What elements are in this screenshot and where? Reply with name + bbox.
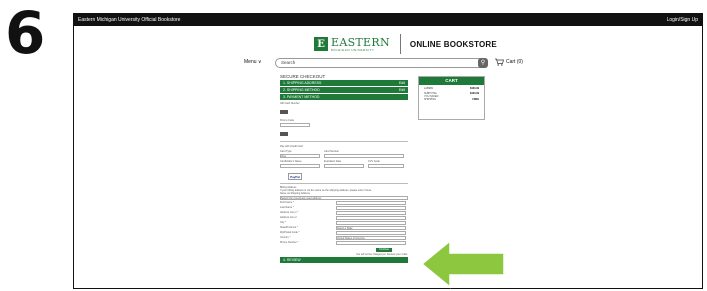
cart-icon bbox=[495, 58, 504, 66]
browser-screenshot: Eastern Michigan University Official Boo… bbox=[73, 13, 703, 289]
terms-note: You will not be charged yet. Review your… bbox=[355, 253, 408, 256]
billing-field-label: Phone Number * bbox=[280, 241, 299, 244]
promo-code-input[interactable] bbox=[280, 123, 310, 127]
expiration-label: Expiration Date bbox=[324, 159, 342, 163]
billing-field-label: Last Name * bbox=[280, 206, 294, 209]
card-type-select[interactable]: Visa bbox=[280, 153, 320, 158]
online-bookstore-title: ONLINE BOOKSTORE bbox=[409, 39, 497, 49]
billing-field-row: Address Line 1 * bbox=[280, 211, 408, 215]
paypal-option[interactable]: PayPal bbox=[288, 172, 302, 180]
billing-field-input[interactable]: Select a State bbox=[336, 226, 406, 230]
cart-row-value: FREE bbox=[472, 98, 479, 101]
search-icon: ⚲ bbox=[480, 60, 486, 66]
billing-field-label: Zip/Postal Code * bbox=[280, 231, 300, 234]
cart-row-value: $163.99 bbox=[469, 92, 479, 95]
cart-summary-title: CART bbox=[419, 77, 484, 85]
edit-link[interactable]: Edit bbox=[399, 88, 405, 92]
cart-row-label: SHIPPING bbox=[424, 98, 436, 101]
step-review: 4. REVIEW bbox=[280, 257, 408, 263]
same-as-shipping-checkbox[interactable]: Same as Shipping Address bbox=[280, 192, 408, 195]
billing-field-row: Phone Number * bbox=[280, 241, 408, 245]
cart-row-value: $163.99 bbox=[469, 87, 479, 90]
billing-field-input[interactable] bbox=[336, 201, 406, 205]
step-number: 6 bbox=[5, 0, 46, 67]
step-label: 4. REVIEW bbox=[283, 258, 301, 262]
cart-row: LAB999 $163.99 bbox=[419, 87, 484, 90]
billing-field-input[interactable] bbox=[336, 221, 406, 225]
apply-gift-card-button[interactable] bbox=[280, 110, 288, 114]
step-label: 2. SHIPPING METHOD bbox=[283, 88, 320, 92]
gift-card-label: Gift Card Number bbox=[280, 102, 300, 105]
billing-field-label: Country * bbox=[280, 236, 291, 239]
billing-field-row: Country * United States of America bbox=[280, 236, 408, 240]
billing-field-input[interactable] bbox=[336, 216, 406, 220]
store-name: Eastern Michigan University Official Boo… bbox=[78, 17, 181, 23]
cardholder-input[interactable] bbox=[280, 163, 320, 168]
promo-code-label: Promo Code bbox=[280, 119, 295, 122]
cart-summary: CART LAB999 $163.99 SUBTOTAL $163.99 YOU S… bbox=[418, 76, 485, 120]
address-select[interactable]: Select from previously used address bbox=[280, 196, 408, 200]
cart-row: SHIPPING FREE bbox=[419, 98, 484, 101]
nav-bar: Menu ∨ Search ⚲ Cart (0) bbox=[74, 58, 702, 70]
search-input[interactable]: Search bbox=[275, 58, 486, 68]
billing-fields: First Name * Last Name * Address Line 1 * A… bbox=[280, 201, 408, 245]
billing-field-row: Last Name * bbox=[280, 206, 408, 210]
billing-field-input[interactable] bbox=[336, 206, 406, 210]
logo-divider bbox=[399, 34, 401, 54]
continue-button[interactable]: Continue bbox=[376, 248, 392, 252]
billing-field-row: Zip/Postal Code * bbox=[280, 231, 408, 235]
divider bbox=[280, 141, 408, 142]
cart-link[interactable]: Cart (0) bbox=[495, 58, 523, 66]
menu-dropdown[interactable]: Menu ∨ bbox=[244, 59, 262, 65]
step-payment-method: 3. PAYMENT METHOD bbox=[280, 94, 408, 100]
cart-label: Cart (0) bbox=[506, 59, 523, 65]
billing-field-input[interactable] bbox=[336, 231, 406, 235]
cvv-label: CVV Code bbox=[368, 159, 380, 163]
logo-subtitle: MICHIGAN UNIVERSITY bbox=[331, 47, 375, 52]
billing-field-label: State/Province * bbox=[280, 226, 298, 229]
billing-field-row: City * bbox=[280, 221, 408, 225]
billing-field-input[interactable] bbox=[336, 211, 406, 215]
billing-field-row: Address Line 2 bbox=[280, 216, 408, 220]
card-type-label: Card Type bbox=[280, 149, 292, 153]
billing-field-row: State/Province * Select a State bbox=[280, 226, 408, 230]
top-bar: Eastern Michigan University Official Boo… bbox=[74, 14, 702, 26]
step-label: 3. PAYMENT METHOD bbox=[283, 95, 320, 99]
eastern-logo-mark: E bbox=[314, 37, 328, 51]
continue-label: Continue bbox=[378, 248, 389, 251]
logo-wordmark: EASTERN MICHIGAN UNIVERSITY bbox=[331, 37, 390, 52]
billing-field-input[interactable]: United States of America bbox=[336, 236, 406, 240]
checkout-title: SECURE CHECKOUT bbox=[280, 74, 326, 79]
divider bbox=[280, 182, 408, 183]
card-number-input[interactable] bbox=[324, 153, 404, 158]
step-shipping-method[interactable]: 2. SHIPPING METHOD Edit bbox=[280, 87, 408, 93]
cvv-input[interactable] bbox=[368, 163, 404, 168]
billing-field-input[interactable] bbox=[336, 241, 406, 245]
billing-field-row: First Name * bbox=[280, 201, 408, 205]
bookstore-logo[interactable]: E EASTERN MICHIGAN UNIVERSITY ONLINE BOO… bbox=[314, 34, 497, 54]
logo-title: EASTERN bbox=[331, 35, 390, 49]
apply-promo-button[interactable] bbox=[280, 132, 288, 136]
pay-credit-option[interactable]: Pay with Credit Card bbox=[280, 145, 408, 148]
login-link[interactable]: Login/Sign Up bbox=[667, 17, 698, 23]
checkout-panel: SECURE CHECKOUT 1. SHIPPING ADDRESS Edit … bbox=[280, 74, 408, 264]
billing-field-label: Address Line 2 bbox=[280, 216, 297, 219]
edit-link[interactable]: Edit bbox=[399, 81, 405, 85]
billing-field-label: Address Line 1 * bbox=[280, 211, 299, 214]
cardholder-label: Cardholder's Name bbox=[280, 159, 302, 163]
cart-row-label: LAB999 bbox=[424, 87, 433, 90]
expiration-select[interactable] bbox=[324, 163, 364, 168]
pointer-arrow-icon bbox=[420, 239, 505, 289]
billing-field-label: First Name * bbox=[280, 201, 294, 204]
step-label: 1. SHIPPING ADDRESS bbox=[283, 81, 322, 85]
billing-field-label: City * bbox=[280, 221, 286, 224]
search-button[interactable]: ⚲ bbox=[478, 58, 488, 68]
step-shipping-address[interactable]: 1. SHIPPING ADDRESS Edit bbox=[280, 80, 408, 86]
card-number-label: Card Number bbox=[324, 149, 340, 153]
